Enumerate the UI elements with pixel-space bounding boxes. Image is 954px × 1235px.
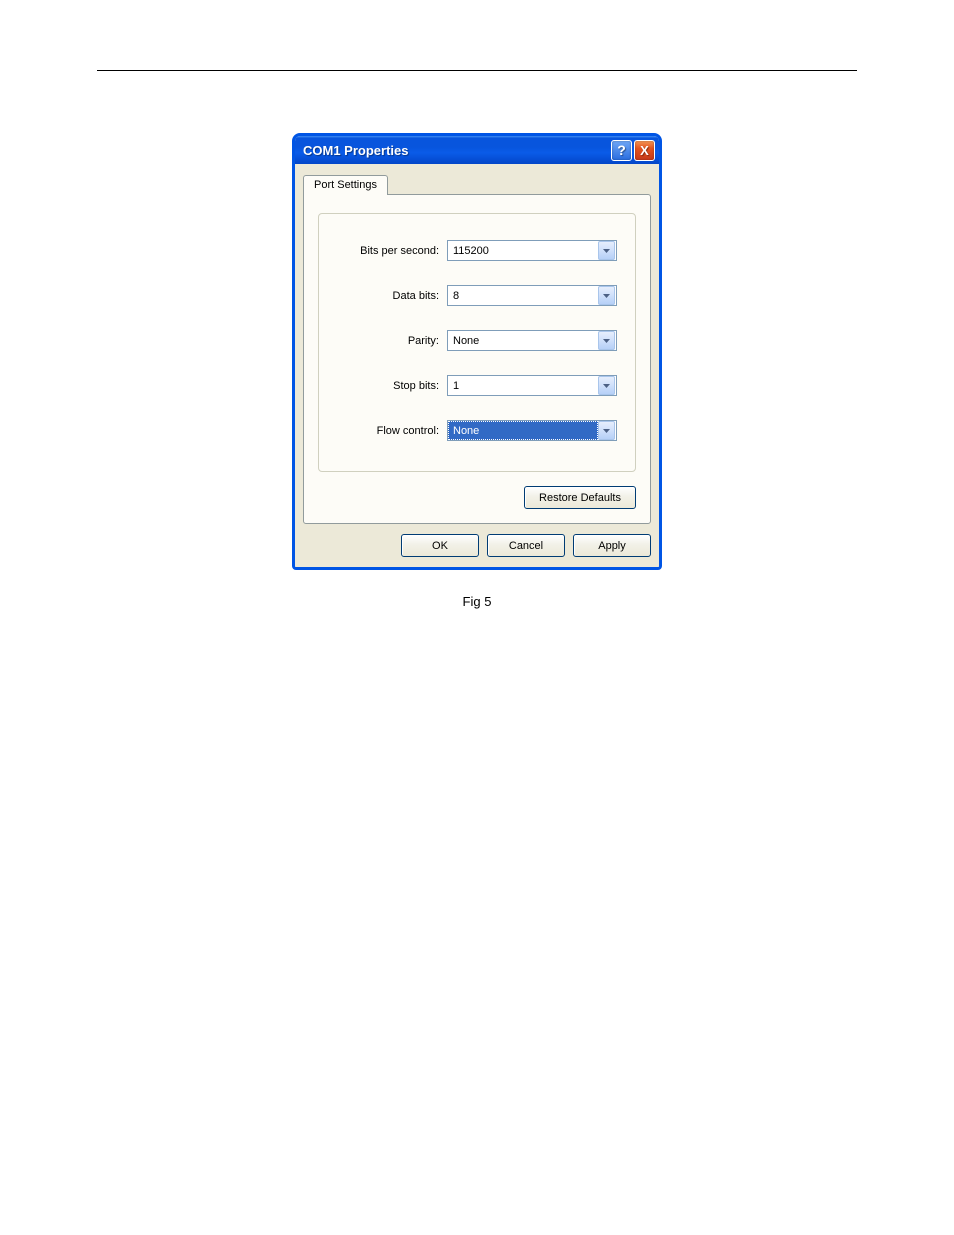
- close-button[interactable]: X: [634, 140, 655, 161]
- label-data-bits: Data bits:: [337, 290, 447, 302]
- tab-port-settings[interactable]: Port Settings: [303, 175, 388, 195]
- combo-value: None: [448, 421, 598, 440]
- combo-value: 115200: [448, 241, 598, 260]
- properties-dialog: COM1 Properties ? X Port Settings Bit: [292, 133, 662, 570]
- chevron-down-icon[interactable]: [598, 421, 615, 440]
- settings-group: Bits per second: 115200 Data bits: 8: [318, 213, 636, 472]
- help-button[interactable]: ?: [611, 140, 632, 161]
- ok-button[interactable]: OK: [401, 534, 479, 557]
- combo-value: 8: [448, 286, 598, 305]
- row-stop-bits: Stop bits: 1: [337, 375, 617, 396]
- titlebar-buttons: ? X: [611, 140, 655, 161]
- cancel-button[interactable]: Cancel: [487, 534, 565, 557]
- chevron-down-icon[interactable]: [598, 286, 615, 305]
- combo-data-bits[interactable]: 8: [447, 285, 617, 306]
- window-title: COM1 Properties: [303, 143, 611, 158]
- chevron-down-icon[interactable]: [598, 331, 615, 350]
- titlebar[interactable]: COM1 Properties ? X: [295, 136, 659, 164]
- label-flow-control: Flow control:: [337, 425, 447, 437]
- label-bits-per-second: Bits per second:: [337, 245, 447, 257]
- page-horizontal-rule: [97, 70, 857, 71]
- chevron-down-icon[interactable]: [598, 376, 615, 395]
- dialog-client-area: Port Settings Bits per second: 115200: [295, 164, 659, 567]
- help-icon: ?: [617, 142, 626, 158]
- row-bits-per-second: Bits per second: 115200: [337, 240, 617, 261]
- combo-value: 1: [448, 376, 598, 395]
- dialog-button-row: OK Cancel Apply: [303, 534, 651, 557]
- label-stop-bits: Stop bits:: [337, 380, 447, 392]
- tabstrip: Port Settings: [303, 172, 651, 194]
- tab-panel: Bits per second: 115200 Data bits: 8: [303, 194, 651, 524]
- figure-caption: Fig 5: [292, 594, 662, 609]
- combo-parity[interactable]: None: [447, 330, 617, 351]
- combo-flow-control[interactable]: None: [447, 420, 617, 441]
- restore-row: Restore Defaults: [318, 486, 636, 509]
- restore-defaults-button[interactable]: Restore Defaults: [524, 486, 636, 509]
- label-parity: Parity:: [337, 335, 447, 347]
- combo-stop-bits[interactable]: 1: [447, 375, 617, 396]
- combo-value: None: [448, 331, 598, 350]
- combo-bits-per-second[interactable]: 115200: [447, 240, 617, 261]
- close-icon: X: [640, 143, 649, 158]
- row-data-bits: Data bits: 8: [337, 285, 617, 306]
- tab-label: Port Settings: [314, 179, 377, 191]
- apply-button[interactable]: Apply: [573, 534, 651, 557]
- chevron-down-icon[interactable]: [598, 241, 615, 260]
- row-flow-control: Flow control: None: [337, 420, 617, 441]
- row-parity: Parity: None: [337, 330, 617, 351]
